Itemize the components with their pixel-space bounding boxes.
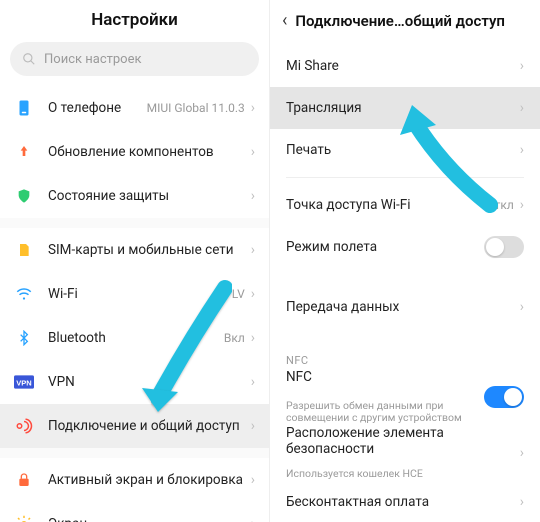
chevron-right-icon: › [520, 142, 524, 158]
chevron-right-icon: › [520, 445, 524, 461]
vpn-icon: VPN [14, 372, 34, 392]
shield-icon [14, 186, 34, 206]
bluetooth-icon [14, 328, 34, 348]
back-icon[interactable]: ‹ [282, 10, 287, 31]
row-data-transfer[interactable]: Передача данных › [270, 286, 540, 328]
row-bluetooth[interactable]: Bluetooth Вкл › [0, 316, 269, 360]
row-wifi[interactable]: Wi-Fi LV › [0, 272, 269, 316]
chevron-right-icon: › [251, 286, 255, 302]
chevron-right-icon: › [520, 58, 524, 74]
chevron-right-icon: › [520, 197, 524, 213]
separator [0, 218, 269, 228]
nfc-toggle[interactable] [484, 386, 524, 408]
row-label: Точка доступа Wi-Fi [286, 197, 486, 213]
row-connection-sharing[interactable]: Подключение и общий доступ › [0, 404, 269, 448]
chevron-right-icon: › [251, 418, 255, 434]
chevron-right-icon: › [251, 516, 255, 522]
row-nfc[interactable]: NFC Разрешить обмен данными при совмещен… [270, 369, 540, 425]
row-label: Передача данных [286, 299, 520, 315]
row-subtitle: Используется кошелек HCE [286, 468, 423, 481]
row-label: Bluetooth [48, 330, 224, 346]
settings-pane: Настройки Поиск настроек О телефоне MIUI… [0, 0, 270, 522]
update-icon [14, 142, 34, 162]
row-label: Состояние защиты [48, 188, 251, 204]
row-cast[interactable]: Трансляция › [270, 87, 540, 129]
phone-icon [14, 98, 34, 118]
row-vpn[interactable]: VPN VPN › [0, 360, 269, 404]
page-header: ‹ Подключение…общий доступ [270, 0, 540, 45]
page-title: Настройки [0, 0, 269, 42]
gap [270, 328, 540, 346]
row-lockscreen[interactable]: Активный экран и блокировка › [0, 458, 269, 502]
chevron-right-icon: › [251, 188, 255, 204]
wifi-icon [14, 284, 34, 304]
chevron-right-icon: › [251, 242, 255, 258]
row-value: Вкл [224, 331, 245, 345]
row-label: SIM-карты и мобильные сети [48, 242, 251, 258]
chevron-right-icon: › [520, 299, 524, 315]
row-airplane[interactable]: Режим полета [270, 226, 540, 268]
row-security-status[interactable]: Состояние защиты › [0, 174, 269, 218]
connection-icon [14, 416, 34, 436]
row-label: О телефоне [48, 100, 147, 116]
row-label: NFC [286, 369, 312, 398]
chevron-right-icon: › [520, 100, 524, 116]
svg-text:VPN: VPN [16, 378, 31, 387]
search-icon [22, 52, 36, 66]
separator [0, 448, 269, 458]
row-label: Активный экран и блокировка [48, 472, 251, 488]
row-hotspot[interactable]: Точка доступа Wi-Fi Откл › [270, 184, 540, 226]
row-about-phone[interactable]: О телефоне MIUI Global 11.0.3 › [0, 86, 269, 130]
chevron-right-icon: › [520, 494, 524, 510]
chevron-right-icon: › [251, 100, 255, 116]
brightness-icon [14, 514, 34, 522]
row-display[interactable]: Экран › [0, 502, 269, 522]
page-title: Подключение…общий доступ [295, 12, 505, 30]
row-label: Печать [286, 142, 520, 158]
divider [286, 177, 524, 178]
search-input[interactable]: Поиск настроек [10, 42, 259, 76]
row-mi-share[interactable]: Mi Share › [270, 45, 540, 87]
row-label: Подключение и общий доступ [48, 418, 251, 434]
lock-icon [14, 470, 34, 490]
row-label: Бесконтактная оплата [286, 494, 520, 510]
row-print[interactable]: Печать › [270, 129, 540, 171]
chevron-right-icon: › [251, 374, 255, 390]
connection-pane: ‹ Подключение…общий доступ Mi Share › Тр… [270, 0, 540, 522]
row-label: Трансляция [286, 100, 520, 116]
row-contactless-pay[interactable]: Бесконтактная оплата › [270, 481, 540, 522]
row-secure-element[interactable]: Расположение элемента безопасности Испол… [270, 425, 540, 481]
row-label: Обновление компонентов [48, 144, 251, 160]
row-label: Расположение элемента безопасности [286, 425, 480, 466]
row-value: Откл [486, 198, 513, 212]
chevron-right-icon: › [251, 472, 255, 488]
row-sim[interactable]: SIM-карты и мобильные сети › [0, 228, 269, 272]
search-placeholder: Поиск настроек [44, 52, 142, 67]
row-label: VPN [48, 374, 251, 390]
row-label: Wi-Fi [48, 286, 232, 302]
chevron-right-icon: › [251, 330, 255, 346]
row-label: Экран [48, 516, 251, 522]
row-label: Mi Share [286, 58, 520, 74]
section-label: NFC [270, 346, 540, 369]
gap [270, 268, 540, 286]
sim-icon [14, 240, 34, 260]
row-subtitle: Разрешить обмен данными при совмещении с… [286, 400, 480, 425]
chevron-right-icon: › [251, 144, 255, 160]
row-value: MIUI Global 11.0.3 [147, 101, 245, 115]
row-value: LV [232, 287, 245, 301]
row-component-update[interactable]: Обновление компонентов › [0, 130, 269, 174]
airplane-toggle[interactable] [484, 236, 524, 258]
